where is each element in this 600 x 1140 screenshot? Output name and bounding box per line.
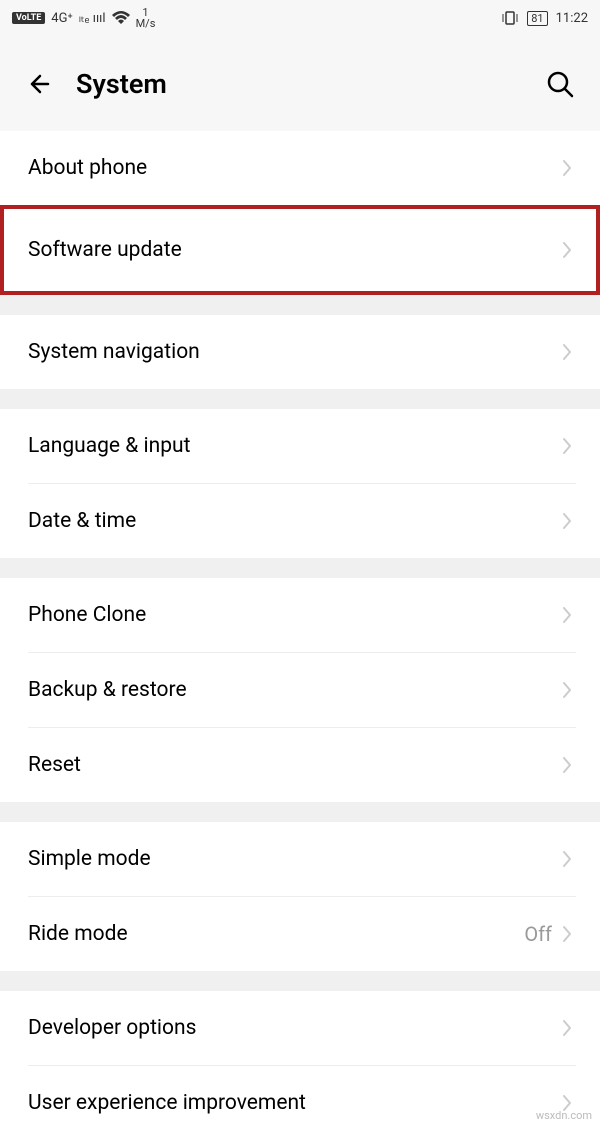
page-header: System [0,36,600,131]
settings-item-ride-mode[interactable]: Ride modeOff [0,897,600,971]
chevron-right-icon [562,606,572,624]
settings-item-date-time[interactable]: Date & time [0,484,600,558]
item-value: Off [524,922,552,946]
settings-group: Simple mode Ride modeOff [0,822,600,971]
signal-icon: ₗₜₑ ıııl [79,10,106,26]
settings-item-system-navigation[interactable]: System navigation [0,315,600,389]
settings-item-about-phone[interactable]: About phone [0,131,600,205]
clock: 11:22 [556,11,588,26]
speed-indicator: 1 M/s [136,7,156,29]
group-separator [0,971,600,991]
search-icon [546,70,574,98]
item-label: Developer options [28,1016,562,1040]
status-right: 81 11:22 [501,11,588,26]
settings-group: Developer options User experience improve… [0,991,600,1140]
search-button[interactable] [544,68,576,100]
item-label: User experience improvement [28,1091,562,1115]
settings-item-user-experience-improvement[interactable]: User experience improvement [0,1066,600,1140]
chevron-right-icon [562,241,572,259]
status-left: VoLTE 4G⁺ ₗₜₑ ıııl 1 M/s [12,7,155,29]
settings-item-simple-mode[interactable]: Simple mode [0,822,600,896]
item-label: Simple mode [28,847,562,871]
item-label: Backup & restore [28,678,562,702]
settings-group: About phone Software update [0,131,600,295]
settings-list: About phone Software update System navigat… [0,131,600,1140]
settings-item-reset[interactable]: Reset [0,728,600,802]
back-arrow-icon [26,70,54,98]
chevron-right-icon [562,850,572,868]
settings-group: Phone Clone Backup & restore Reset [0,578,600,802]
chevron-right-icon [562,512,572,530]
settings-group: Language & input Date & time [0,409,600,558]
group-separator [0,802,600,822]
settings-item-language-input[interactable]: Language & input [0,409,600,483]
wifi-icon [112,11,130,25]
network-indicator: 4G⁺ [51,11,72,26]
volte-indicator: VoLTE [12,12,45,24]
item-label: Software update [28,238,562,262]
settings-group: System navigation [0,315,600,389]
group-separator [0,558,600,578]
item-label: About phone [28,156,562,180]
item-label: Phone Clone [28,603,562,627]
settings-item-phone-clone[interactable]: Phone Clone [0,578,600,652]
group-separator [0,295,600,315]
item-label: Reset [28,753,562,777]
item-label: Language & input [28,434,562,458]
watermark: wsxdn.com [536,1109,592,1122]
item-label: System navigation [28,340,562,364]
back-button[interactable] [24,68,56,100]
settings-item-software-update[interactable]: Software update [0,205,600,295]
chevron-right-icon [562,756,572,774]
chevron-right-icon [562,681,572,699]
item-label: Ride mode [28,922,524,946]
chevron-right-icon [562,159,572,177]
status-bar: VoLTE 4G⁺ ₗₜₑ ıııl 1 M/s 81 11:22 [0,0,600,36]
settings-item-backup-restore[interactable]: Backup & restore [0,653,600,727]
settings-item-developer-options[interactable]: Developer options [0,991,600,1065]
chevron-right-icon [562,343,572,361]
chevron-right-icon [562,1019,572,1037]
chevron-right-icon [562,437,572,455]
battery-indicator: 81 [527,11,547,26]
group-separator [0,389,600,409]
chevron-right-icon [562,925,572,943]
page-title: System [76,68,544,100]
item-label: Date & time [28,509,562,533]
vibrate-icon [501,11,519,25]
